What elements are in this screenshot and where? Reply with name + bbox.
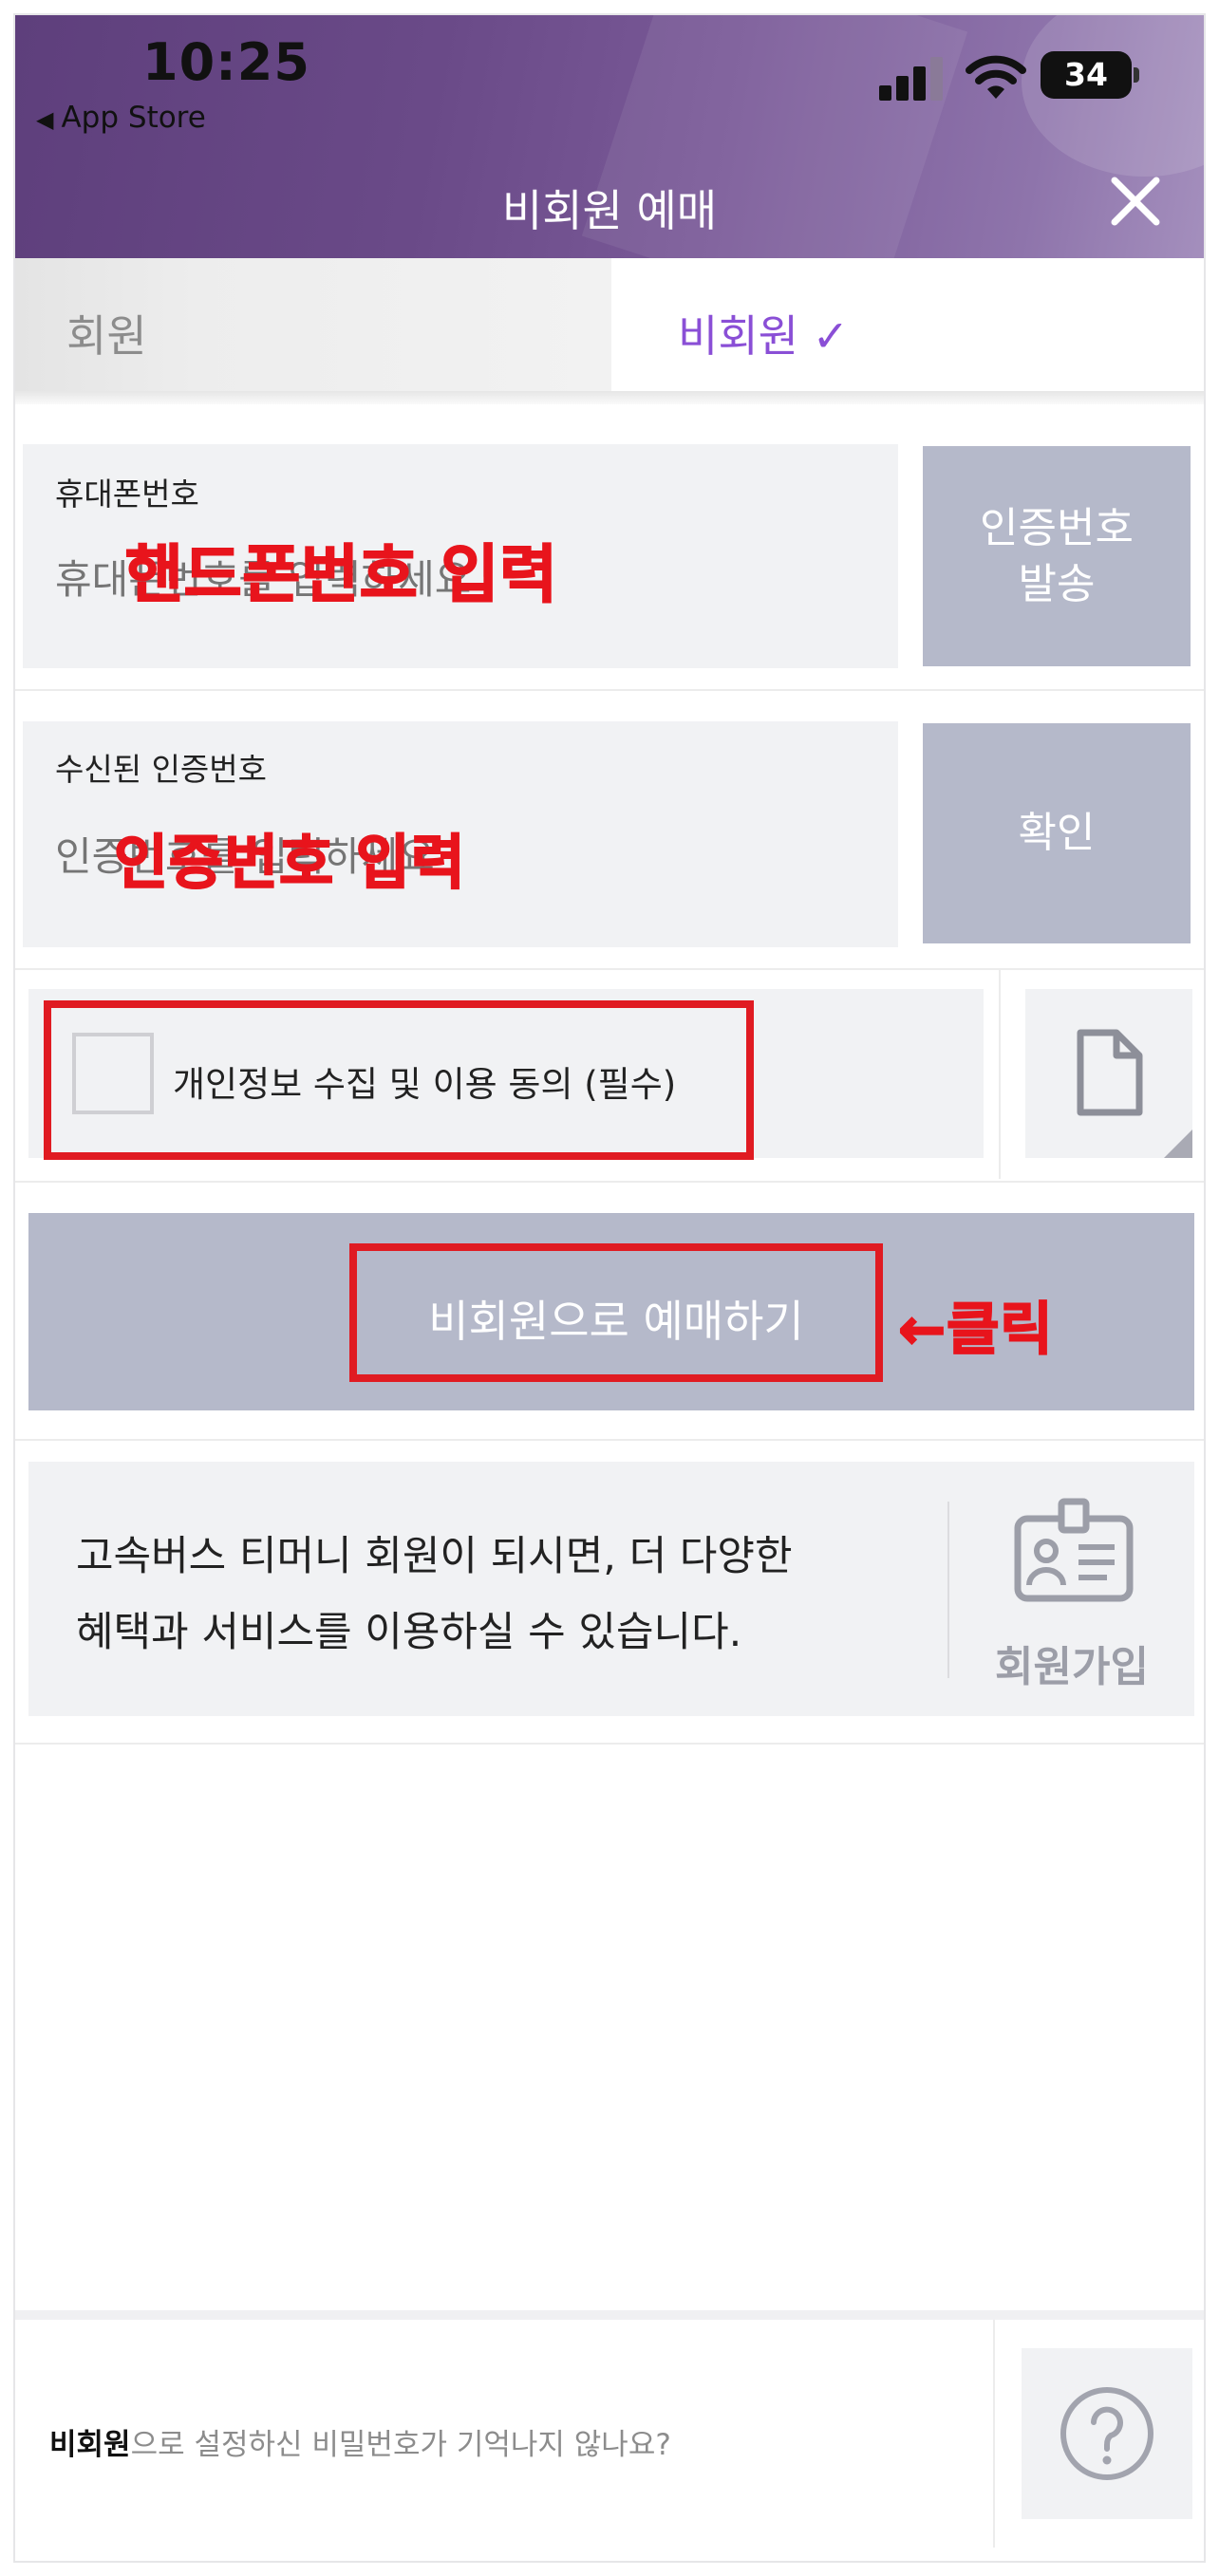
page-title: 비회원 예매 — [501, 185, 718, 236]
back-triangle-icon: ◀ — [36, 106, 54, 133]
footer: 비회원으로 설정하신 비밀번호가 기억나지 않나요? — [15, 2310, 1204, 2561]
click-annotation: ←클릭 — [897, 1296, 1054, 1364]
tab-member-label: 회원 — [66, 310, 147, 362]
signup-message-line1: 고속버스 티머니 회원이 되시면, 더 다양한 — [76, 1533, 793, 1580]
signup-message-line2: 혜택과 서비스를 이용하실 수 있습니다. — [76, 1609, 742, 1656]
tab-guest-label: 비회원 ✓ — [678, 310, 850, 362]
divider — [15, 1439, 1204, 1441]
tab-shadow — [15, 391, 1204, 404]
code-annotation: 인증번호 입력 — [113, 827, 466, 898]
header: 10:25 ◀ App Store 34 비회원 예매 — [15, 15, 1204, 258]
confirm-button[interactable]: 확인 — [923, 723, 1191, 943]
phone-annotation: 핸드폰번호 입력 — [124, 537, 559, 612]
send-code-button[interactable]: 인증번호 발송 — [923, 446, 1191, 666]
back-label: App Store — [61, 101, 206, 135]
close-icon[interactable] — [1107, 173, 1164, 230]
code-label: 수신된 인증번호 — [55, 751, 268, 788]
divider — [993, 2320, 995, 2548]
consent-highlight-box — [44, 1000, 754, 1160]
app-frame: 10:25 ◀ App Store 34 비회원 예매 회원 비회원 ✓ 휴대폰번… — [13, 13, 1206, 2563]
reserve-button-label: 비회원으로 예매하기 — [428, 1296, 804, 1347]
document-icon — [1077, 1029, 1143, 1116]
wifi-icon — [966, 55, 1026, 99]
member-type-tabs: 회원 비회원 ✓ — [15, 258, 1204, 391]
footer-text: 으로 설정하신 비밀번호가 기억나지 않나요? — [130, 2428, 671, 2462]
corner-mark — [1164, 1129, 1192, 1158]
status-time: 10:25 — [142, 32, 310, 92]
signup-message: 고속버스 티머니 회원이 되시면, 더 다양한 혜택과 서비스를 이용하실 수 … — [76, 1519, 892, 1671]
forgot-password-link[interactable]: 비회원으로 설정하신 비밀번호가 기억나지 않나요? — [49, 2420, 671, 2463]
divider — [999, 968, 1001, 1179]
tab-member[interactable]: 회원 — [15, 258, 611, 391]
signup-banner: 고속버스 티머니 회원이 되시면, 더 다양한 혜택과 서비스를 이용하실 수 … — [28, 1462, 1194, 1716]
battery-icon: 34 — [1041, 51, 1139, 99]
code-row: 수신된 인증번호 인증번호 입력 확인 — [15, 691, 1204, 970]
divider — [947, 1502, 949, 1678]
id-card-icon[interactable] — [1012, 1498, 1135, 1604]
view-terms-button[interactable] — [1025, 989, 1192, 1158]
phone-row: 휴대폰번호 핸드폰번호 입력 인증번호 발송 — [15, 404, 1204, 691]
divider — [15, 1743, 1204, 1745]
back-to-app-store[interactable]: ◀ App Store — [36, 101, 206, 135]
signal-icon — [879, 55, 946, 101]
help-icon — [1060, 2387, 1153, 2480]
signup-button[interactable]: 회원가입 — [959, 1633, 1185, 1693]
tab-guest[interactable]: 비회원 ✓ — [611, 258, 1204, 391]
phone-label: 휴대폰번호 — [55, 476, 199, 513]
help-button[interactable] — [1022, 2348, 1192, 2519]
divider — [15, 1181, 1204, 1183]
footer-bold: 비회원 — [49, 2428, 131, 2462]
